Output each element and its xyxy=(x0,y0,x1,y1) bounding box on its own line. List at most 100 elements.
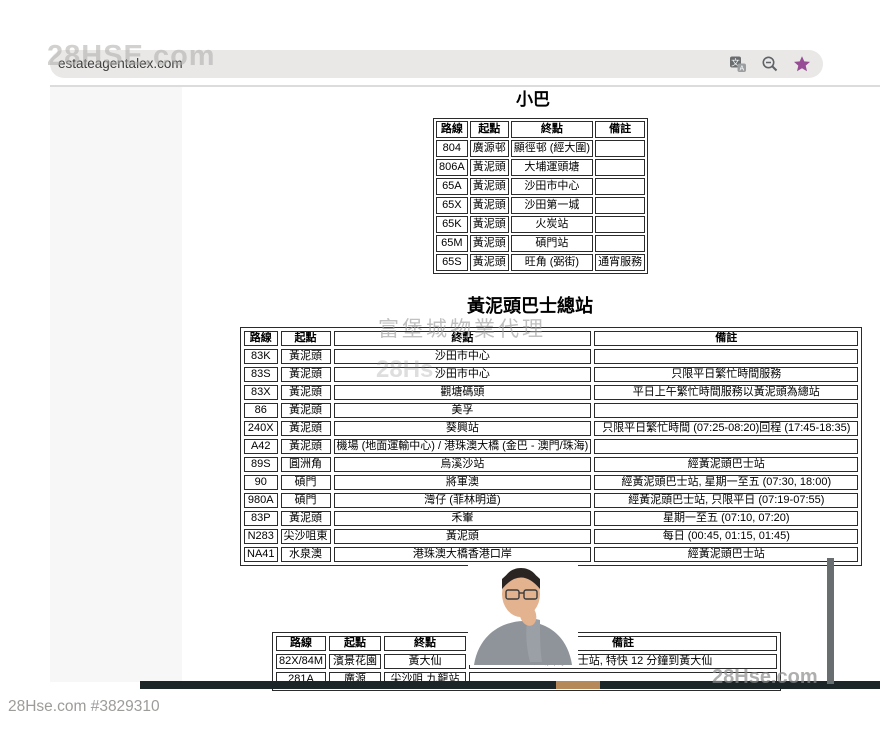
table-cell xyxy=(595,140,645,157)
watermark-bottom-right: 28Hse.com xyxy=(712,666,872,690)
column-header: 起點 xyxy=(329,636,381,651)
table-cell: 碩門站 xyxy=(511,235,593,252)
table-row: 65A黃泥頭沙田市中心 xyxy=(436,178,645,195)
table-cell xyxy=(594,349,858,364)
table-cell: 黃泥頭 xyxy=(470,197,509,214)
table-cell: 90 xyxy=(244,475,278,490)
table-cell: 804 xyxy=(436,140,468,157)
minibus-section-title: 小巴 xyxy=(433,85,633,110)
table-row: 804廣源邨顯徑邨 (經大圍) xyxy=(436,140,645,157)
table-row: 83S黃泥頭沙田市中心只限平日繁忙時間服務 xyxy=(244,367,858,382)
table-cell: 沙田市中心 xyxy=(334,349,592,364)
table-cell: 碩門 xyxy=(281,475,331,490)
svg-text:A: A xyxy=(739,65,744,72)
table-cell: 通宵服務 xyxy=(595,254,645,271)
table-cell: 尖沙咀東 xyxy=(281,529,331,544)
table-cell: 濱景花園 xyxy=(329,654,381,669)
table-row: 65K黃泥頭火炭站 xyxy=(436,216,645,233)
table-cell: 沙田第一城 xyxy=(511,197,593,214)
table-row: 83P黃泥頭禾輋星期一至五 (07:10, 07:20) xyxy=(244,511,858,526)
table-cell: 顯徑邨 (經大圍) xyxy=(511,140,593,157)
table-cell: 黃泥頭 xyxy=(470,254,509,271)
table-cell xyxy=(594,439,858,454)
table-row: A42黃泥頭機場 (地面運輸中心) / 港珠澳大橋 (金巴 - 澳門/珠海) xyxy=(244,439,858,454)
table-row: 65M黃泥頭碩門站 xyxy=(436,235,645,252)
column-header: 備註 xyxy=(594,331,858,346)
table-row: 806A黃泥頭大埔運頭塘 xyxy=(436,159,645,176)
column-header: 起點 xyxy=(281,331,331,346)
table-cell: 平日上午繁忙時間服務以黃泥頭為總站 xyxy=(594,385,858,400)
table-cell: 黃泥頭 xyxy=(281,403,331,418)
table-cell: 機場 (地面運輸中心) / 港珠澳大橋 (金巴 - 澳門/珠海) xyxy=(334,439,592,454)
column-header: 起點 xyxy=(470,121,509,138)
column-header: 終點 xyxy=(511,121,593,138)
table-cell xyxy=(595,235,645,252)
column-header: 路線 xyxy=(244,331,278,346)
browser-window: 28HSE.com estateagentalex.com 文 A 小巴 路線起… xyxy=(0,0,880,734)
listing-caption: 28Hse.com #3829310 xyxy=(8,698,160,716)
minibus-routes-table: 路線起點終點備註 804廣源邨顯徑邨 (經大圍) 806A黃泥頭大埔運頭塘 65A黃泥… xyxy=(433,118,648,274)
table-row: 90碩門將軍澳經黃泥頭巴士站, 星期一至五 (07:30, 18:00) xyxy=(244,475,858,490)
table-cell: 83K xyxy=(244,349,278,364)
listing-photo-person xyxy=(468,562,578,665)
table-cell: 烏溪沙站 xyxy=(334,457,592,472)
table-cell: 65K xyxy=(436,216,468,233)
table-cell: 葵興站 xyxy=(334,421,592,436)
column-header: 終點 xyxy=(384,636,466,651)
table-cell: 圓洲角 xyxy=(281,457,331,472)
table-cell: 83X xyxy=(244,385,278,400)
table-row: N283尖沙咀東黃泥頭每日 (00:45, 01:15, 01:45) xyxy=(244,529,858,544)
table-cell: 黃泥頭 xyxy=(281,511,331,526)
table-cell: 黃泥頭 xyxy=(470,216,509,233)
table-cell: 碩門 xyxy=(281,493,331,508)
table-cell: 89S xyxy=(244,457,278,472)
table-cell xyxy=(595,178,645,195)
table-cell: 港珠澳大橋香港口岸 xyxy=(334,547,592,562)
table-cell xyxy=(594,403,858,418)
table-cell: 86 xyxy=(244,403,278,418)
table-cell: 65M xyxy=(436,235,468,252)
watermark-small: 28Hse xyxy=(376,356,434,386)
column-header: 路線 xyxy=(436,121,468,138)
table-cell: 83S xyxy=(244,367,278,382)
table-cell: 黃泥頭 xyxy=(470,178,509,195)
table-cell: 黃泥頭 xyxy=(281,367,331,382)
table-row: 83K黃泥頭沙田市中心 xyxy=(244,349,858,364)
column-header: 路線 xyxy=(276,636,326,651)
table-cell: 星期一至五 (07:10, 07:20) xyxy=(594,511,858,526)
table-cell: N283 xyxy=(244,529,278,544)
table-cell: 每日 (00:45, 01:15, 01:45) xyxy=(594,529,858,544)
table-cell: 經黃泥頭巴士站, 星期一至五 (07:30, 18:00) xyxy=(594,475,858,490)
table-row: 240X黃泥頭葵興站只限平日繁忙時間 (07:25-08:20)回程 (17:4… xyxy=(244,421,858,436)
omnibox-actions: 文 A xyxy=(729,50,811,78)
table-row: 83X黃泥頭觀塘碼頭平日上午繁忙時間服務以黃泥頭為總站 xyxy=(244,385,858,400)
zoom-out-icon[interactable] xyxy=(761,55,779,73)
table-cell: 沙田市中心 xyxy=(334,367,592,382)
table-cell: 240X xyxy=(244,421,278,436)
table-cell: 經黃泥頭巴士站 xyxy=(594,547,858,562)
table-cell: 黃泥頭 xyxy=(334,529,592,544)
column-header: 備註 xyxy=(595,121,645,138)
bookmark-star-icon[interactable] xyxy=(793,55,811,73)
table-cell: 火炭站 xyxy=(511,216,593,233)
table-cell: 只限平日繁忙時間 (07:25-08:20)回程 (17:45-18:35) xyxy=(594,421,858,436)
translate-icon[interactable]: 文 A xyxy=(729,55,747,73)
table-cell xyxy=(595,159,645,176)
table-row: NA41水泉澳港珠澳大橋香港口岸經黃泥頭巴士站 xyxy=(244,547,858,562)
table-row: 980A碩門灣仔 (菲林明道)經黃泥頭巴士站, 只限平日 (07:19-07:5… xyxy=(244,493,858,508)
table-row: 89S圓洲角烏溪沙站經黃泥頭巴士站 xyxy=(244,457,858,472)
table-cell: 黃大仙 xyxy=(384,654,466,669)
table-cell: 美孚 xyxy=(334,403,592,418)
watermark-top-left: 28HSE.com xyxy=(47,40,216,73)
table-cell: 黃泥頭 xyxy=(470,159,509,176)
table-cell: 黃泥頭 xyxy=(281,349,331,364)
table-cell: 沙田市中心 xyxy=(511,178,593,195)
photo-frame-tan-segment xyxy=(556,681,600,689)
table-cell: 禾輋 xyxy=(334,511,592,526)
table-cell: A42 xyxy=(244,439,278,454)
table-header-row: 路線起點終點備註 xyxy=(436,121,645,138)
table-cell: 82X/84M xyxy=(276,654,326,669)
table-cell: 65X xyxy=(436,197,468,214)
terminus-routes-table: 路線起點終點備註83K黃泥頭沙田市中心83S黃泥頭沙田市中心只限平日繁忙時間服務… xyxy=(240,327,862,566)
table-cell: 黃泥頭 xyxy=(470,235,509,252)
